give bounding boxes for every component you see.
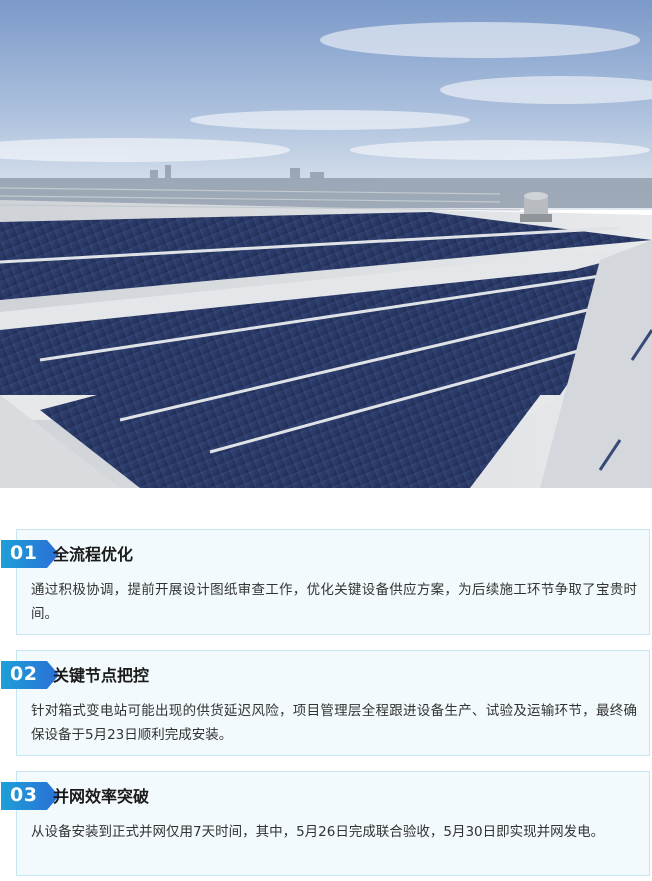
solar-panel-rooftop-photo <box>0 0 652 488</box>
article-page: 01 全流程优化 通过积极协调，提前开展设计图纸审查工作，优化关键设备供应方案，… <box>0 0 652 881</box>
section-body: 从设备安装到正式并网仅用7天时间，其中，5月26日完成联合验收，5月30日即实现… <box>31 824 605 840</box>
section-card-3: 03 并网效率突破 从设备安装到正式并网仅用7天时间，其中，5月26日完成联合验… <box>1 771 650 876</box>
section-number: 01 <box>10 542 38 564</box>
section-title: 全流程优化 <box>53 545 134 564</box>
section-number-badge: 03 <box>1 782 61 810</box>
section-body: 针对箱式变电站可能出现的供货延迟风险，项目管理层全程跟进设备生产、试验及运输环节… <box>31 703 637 743</box>
section-title: 关键节点把控 <box>53 666 150 685</box>
section-number-badge: 02 <box>1 661 61 689</box>
section-card-1: 01 全流程优化 通过积极协调，提前开展设计图纸审查工作，优化关键设备供应方案，… <box>1 529 650 635</box>
section-title: 并网效率突破 <box>53 787 150 806</box>
section-number-badge: 01 <box>1 540 61 568</box>
section-number: 03 <box>10 784 38 806</box>
section-card-2: 02 关键节点把控 针对箱式变电站可能出现的供货延迟风险，项目管理层全程跟进设备… <box>1 650 650 756</box>
section-body: 通过积极协调，提前开展设计图纸审查工作，优化关键设备供应方案，为后续施工环节争取… <box>31 582 637 622</box>
section-number: 02 <box>10 663 38 685</box>
